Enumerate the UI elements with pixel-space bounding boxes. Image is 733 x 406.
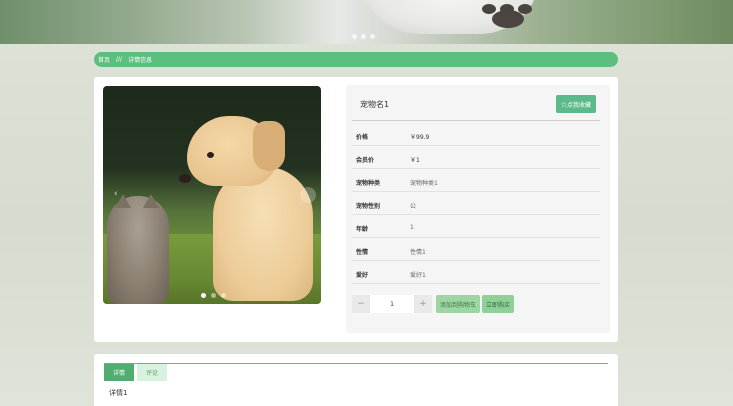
attr-value: 性情1	[410, 249, 426, 256]
detail-content: 详情1	[109, 389, 128, 397]
attr-pet-type: 宠物种类 宠物种类1	[352, 169, 600, 192]
attr-value: ￥99.9	[410, 134, 430, 141]
product-name: 宠物名1	[360, 100, 390, 109]
attr-age: 年龄 1	[352, 215, 600, 238]
quantity-input[interactable]	[370, 295, 414, 313]
attr-value: 1	[410, 224, 414, 231]
breadcrumb-separator: ///	[116, 56, 123, 63]
tab-comments[interactable]: 评论	[137, 364, 167, 381]
carousel-dot[interactable]	[221, 293, 226, 298]
detail-tabs-card: 详情 评论 详情1	[94, 354, 618, 406]
puppy-eye	[207, 152, 214, 158]
top-banner	[0, 0, 733, 44]
puppy-ear	[253, 121, 285, 171]
kitten-image	[107, 196, 169, 304]
quantity-increase-button[interactable]: +	[414, 295, 432, 313]
quantity-row: − + 添加到购物车 立即购买	[352, 295, 515, 313]
attr-label: 宠物性别	[356, 203, 381, 210]
banner-dot[interactable]	[352, 34, 357, 39]
banner-dot[interactable]	[361, 34, 366, 39]
product-header: 宠物名1 ☆点我收藏	[352, 89, 600, 121]
attr-label: 爱好	[356, 272, 369, 279]
attr-label: 宠物种类	[356, 180, 381, 187]
paw-pad	[492, 10, 524, 28]
tabs-divider	[104, 363, 608, 364]
attr-pet-gender: 宠物性别 公	[352, 192, 600, 215]
breadcrumb: 首页 /// 详情信息	[94, 52, 618, 67]
attr-member-price: 会员价 ￥1	[352, 146, 600, 169]
attr-label: 价格	[356, 134, 369, 141]
product-carousel[interactable]: ‹	[103, 86, 321, 304]
carousel-next-button[interactable]	[300, 187, 316, 203]
breadcrumb-home[interactable]: 首页	[98, 55, 110, 64]
buy-now-button[interactable]: 立即购买	[482, 295, 515, 313]
kitten-ear	[143, 194, 159, 208]
carousel-dot[interactable]	[211, 293, 216, 298]
attr-label: 会员价	[356, 157, 375, 164]
puppy-image	[213, 166, 313, 301]
tab-detail[interactable]: 详情	[104, 364, 134, 381]
carousel-prev-icon[interactable]: ‹	[114, 189, 118, 199]
collect-button[interactable]: ☆点我收藏	[556, 95, 596, 113]
product-detail-card: ‹ 宠物名1 ☆点我收藏 价格 ￥99.9 会员价 ￥1 宠物种类 宠物种类1 …	[94, 77, 618, 342]
attr-label: 性情	[356, 249, 369, 256]
attr-label: 年龄	[356, 226, 369, 233]
attr-value: 公	[410, 203, 417, 210]
product-info-panel: 宠物名1 ☆点我收藏 价格 ￥99.9 会员价 ￥1 宠物种类 宠物种类1 宠物…	[346, 85, 610, 333]
quantity-decrease-button[interactable]: −	[352, 295, 370, 313]
attr-value: 宠物种类1	[410, 180, 438, 187]
attr-hobby: 爱好 爱好1	[352, 261, 600, 284]
attr-price: 价格 ￥99.9	[352, 123, 600, 146]
breadcrumb-current: 详情信息	[128, 57, 153, 64]
attr-temperament: 性情 性情1	[352, 238, 600, 261]
banner-dot[interactable]	[370, 34, 375, 39]
add-to-cart-button[interactable]: 添加到购物车	[436, 295, 481, 313]
banner-indicators[interactable]	[352, 34, 375, 39]
puppy-nose	[179, 174, 191, 183]
carousel-dot[interactable]	[201, 293, 206, 298]
attr-value: ￥1	[410, 157, 420, 164]
attr-value: 爱好1	[410, 272, 426, 279]
carousel-indicators[interactable]	[201, 293, 226, 298]
paw-toe	[482, 4, 496, 14]
